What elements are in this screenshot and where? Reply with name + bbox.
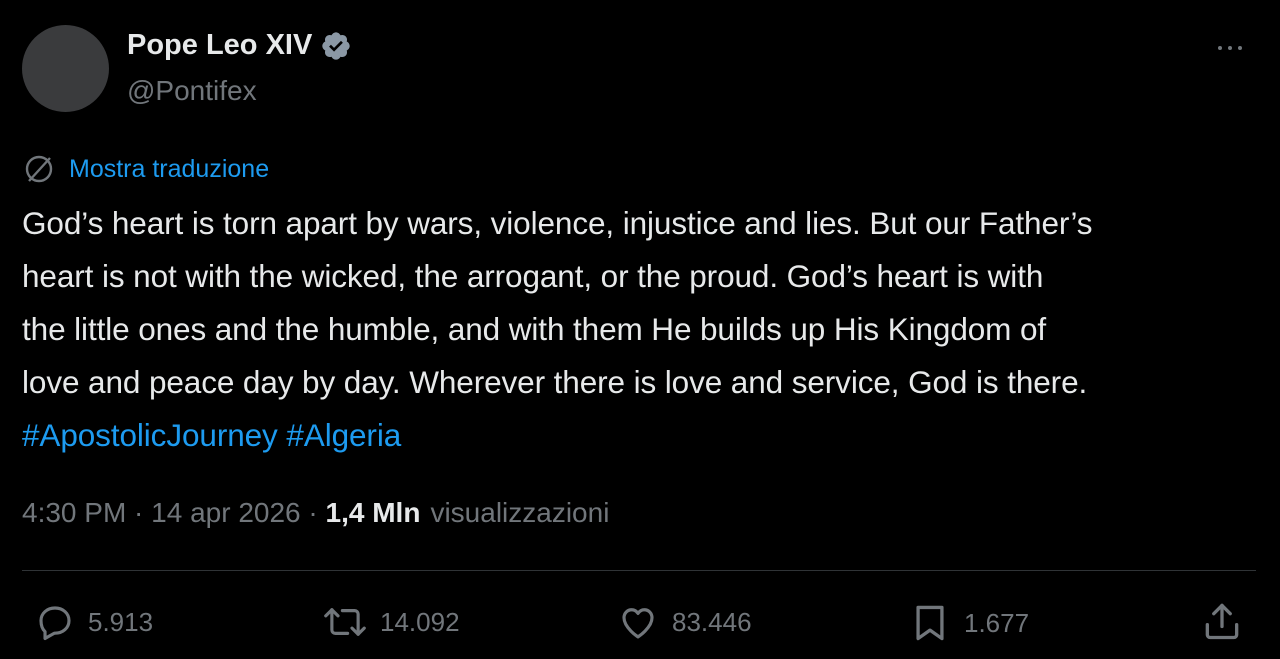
tweet-text: God’s heart is torn apart by wars, viole… xyxy=(22,197,1267,462)
meta-separator: · xyxy=(300,497,326,528)
reply-icon xyxy=(39,606,71,641)
hashtag-apostolic-journey[interactable]: #ApostolicJourney xyxy=(22,417,278,453)
repost-icon xyxy=(324,608,366,636)
verified-badge-icon xyxy=(322,31,350,60)
share-button[interactable] xyxy=(1200,599,1244,643)
views-count: 1,4 Mln xyxy=(325,497,421,528)
more-dot-icon xyxy=(1238,46,1242,50)
author-name[interactable]: Pope Leo XIV xyxy=(127,29,312,62)
like-button[interactable]: 83.446 xyxy=(616,601,752,643)
views-label: visualizzazioni xyxy=(430,497,610,528)
reply-button[interactable]: 5.913 xyxy=(34,601,153,643)
hashtag-algeria[interactable]: #Algeria xyxy=(286,417,401,453)
divider xyxy=(22,570,1256,571)
tweet-time[interactable]: 4:30 PM xyxy=(22,497,126,529)
more-dot-icon xyxy=(1218,46,1222,50)
repost-button[interactable]: 14.092 xyxy=(322,601,460,643)
heart-icon xyxy=(622,608,654,639)
author-handle[interactable]: @Pontifex xyxy=(127,75,257,107)
reply-count: 5.913 xyxy=(88,606,154,637)
more-options-button[interactable] xyxy=(1218,38,1254,58)
bookmark-icon xyxy=(916,605,944,641)
avatar[interactable] xyxy=(22,25,109,112)
more-dot-icon xyxy=(1228,46,1232,50)
action-bar: 5.913 14.092 83.446 1.677 xyxy=(0,596,1280,652)
share-icon xyxy=(1205,603,1239,640)
translate-label: Mostra traduzione xyxy=(69,154,270,183)
globe-icon xyxy=(25,155,53,183)
bookmark-count: 1.677 xyxy=(964,607,1030,638)
author-name-row: Pope Leo XIV xyxy=(127,29,352,62)
repost-count: 14.092 xyxy=(380,606,460,637)
tweet-body: God’s heart is torn apart by wars, viole… xyxy=(22,205,1093,400)
translate-link[interactable]: Mostra traduzione xyxy=(23,153,269,185)
like-count: 83.446 xyxy=(672,606,752,637)
bookmark-button[interactable]: 1.677 xyxy=(908,601,1029,645)
meta-separator: · xyxy=(126,497,152,528)
tweet-date[interactable]: 14 apr 2026 xyxy=(151,497,300,529)
tweet-meta: 4:30 PM · 14 apr 2026 · 1,4 Mln visualiz… xyxy=(22,497,609,529)
